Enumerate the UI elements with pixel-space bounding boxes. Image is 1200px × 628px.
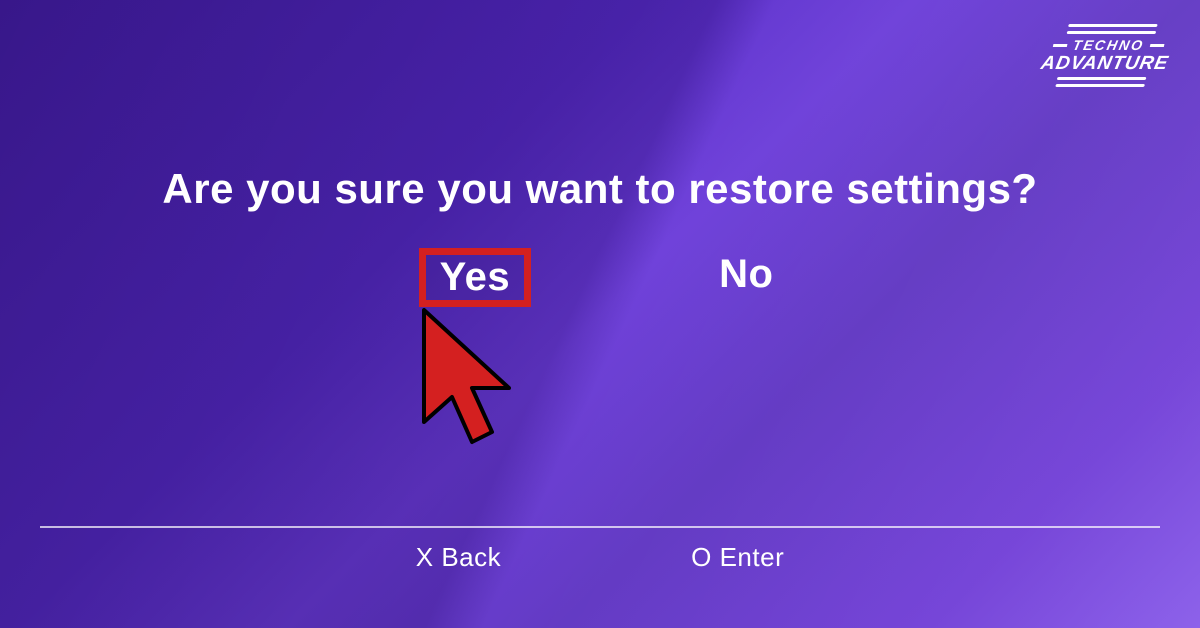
restore-settings-dialog: TECHNO ADVANTURE Are you sure you want t… (0, 0, 1200, 628)
logo-text-top: TECHNO (1072, 38, 1146, 52)
techno-advanture-logo: TECHNO ADVANTURE (1036, 20, 1178, 91)
footer-hints: X Back O Enter (40, 526, 1160, 573)
dialog-options: Yes No (0, 248, 1200, 307)
yes-button[interactable]: Yes (419, 248, 531, 307)
cursor-icon (414, 302, 524, 472)
dialog-title: Are you sure you want to restore setting… (0, 165, 1200, 213)
back-hint: X Back (416, 542, 501, 573)
logo-text-bottom: ADVANTURE (1039, 54, 1170, 73)
enter-hint: O Enter (691, 542, 784, 573)
no-button[interactable]: No (701, 248, 791, 307)
